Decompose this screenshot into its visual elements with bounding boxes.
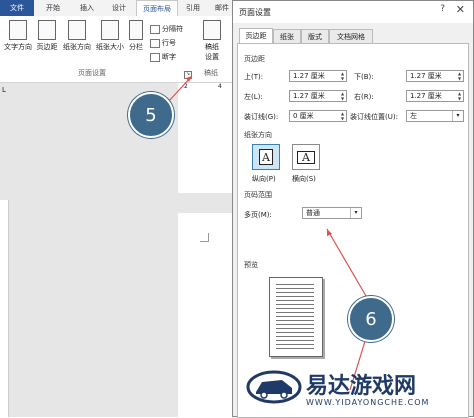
arrow-to-multiple-pages (326, 228, 367, 297)
watermark-url: WWW.YIDAYONGCHE.COM (306, 398, 430, 407)
callout-step-5: 5 (128, 92, 174, 138)
callout-step-6: 6 (348, 296, 394, 342)
watermark-text: 易达游戏网 (306, 374, 417, 399)
annotation-arrows (167, 75, 367, 391)
arrow-head-icon (327, 229, 332, 236)
car-logo-icon (246, 370, 302, 404)
watermark: 易达游戏网 WWW.YIDAYONGCHE.COM (240, 360, 474, 417)
